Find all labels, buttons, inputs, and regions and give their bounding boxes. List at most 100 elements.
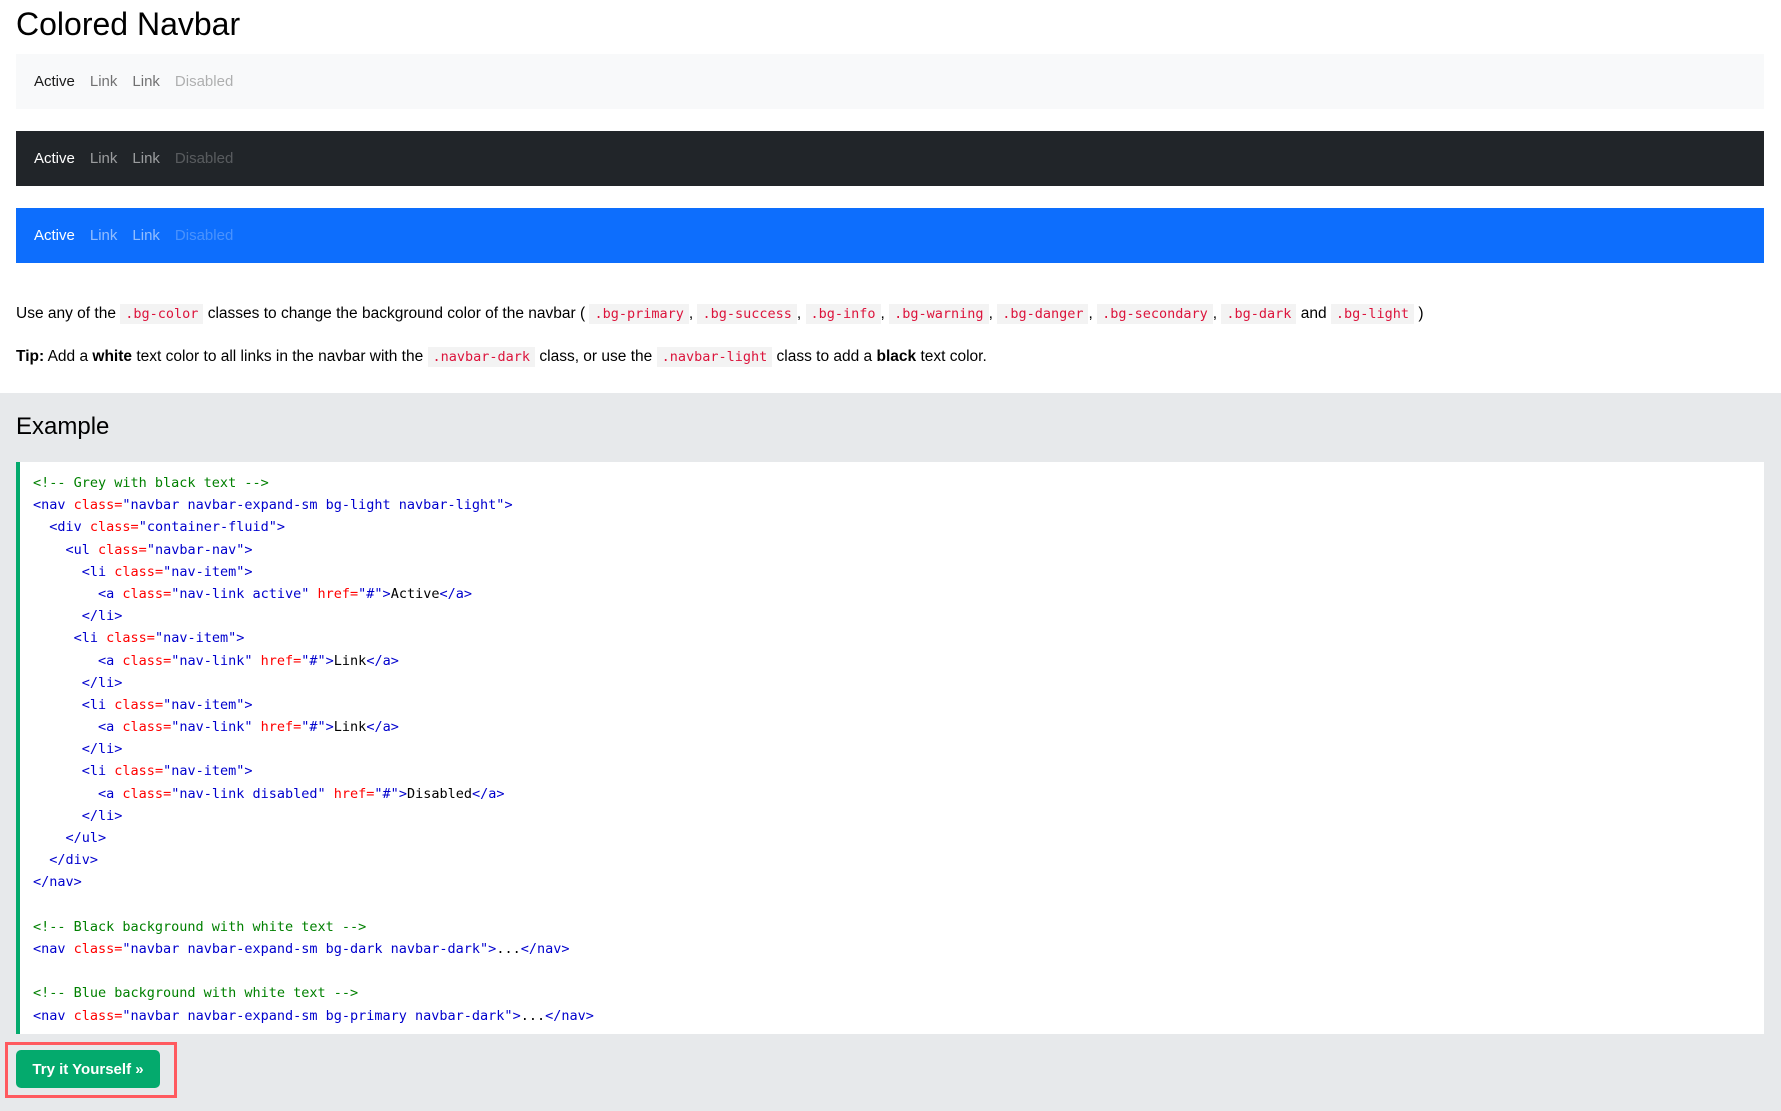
code-tag: > [276, 519, 285, 536]
bold-text: white [92, 348, 133, 365]
code-tag: > [236, 630, 245, 647]
code-tag: > [244, 763, 253, 780]
code-tag: </a> [366, 652, 399, 669]
code-bg-warning: .bg-warning [889, 304, 989, 324]
code-tag: </div> [49, 852, 99, 869]
code-tag: </li> [81, 608, 123, 625]
code-tag: </nav> [33, 874, 82, 891]
code-attr: href= [325, 785, 375, 802]
code-attr: class= [114, 652, 172, 669]
code-value: "nav-item" [163, 763, 245, 780]
nav-link-disabled: Disabled [174, 227, 234, 244]
code-comment: <!-- Grey with black text --> [33, 475, 269, 491]
nav-link-active[interactable]: Active [34, 227, 75, 244]
code-line: </div> [33, 849, 1764, 871]
code-value: "nav-link" [171, 719, 253, 736]
code-attr: href= [309, 585, 359, 602]
code-line: </li> [33, 738, 1764, 760]
nav-link[interactable]: Link [90, 227, 118, 244]
tip-label: Tip: [16, 348, 45, 365]
nav-link[interactable]: Link [90, 150, 118, 167]
code-attr: class= [106, 563, 164, 580]
bold-text: black [876, 348, 917, 365]
code-bg-danger: .bg-danger [997, 304, 1089, 324]
code-tag: </li> [81, 674, 123, 691]
code-tag: </a> [439, 585, 472, 602]
code-attr: class= [106, 763, 164, 780]
text: , [1088, 305, 1098, 322]
code-line: <nav class="navbar navbar-expand-sm bg-d… [33, 938, 1764, 960]
code-attr: class= [114, 585, 172, 602]
page-title: Colored Navbar [16, 6, 241, 42]
nav-link[interactable]: Link [132, 150, 160, 167]
nav-link-active[interactable]: Active [34, 73, 75, 90]
code-bg-dark: .bg-dark [1221, 304, 1297, 324]
code-tag: <a [98, 652, 115, 669]
code-text: ... [520, 1007, 546, 1024]
code-comment: <!-- Blue background with white text --> [33, 985, 359, 1002]
code-line: <!-- Grey with black text --> [33, 472, 1764, 494]
try-it-yourself-button[interactable]: Try it Yourself » [16, 1050, 160, 1088]
code-value: "#" [374, 785, 399, 802]
code-tag: </ul> [65, 830, 107, 846]
code-value: "#" [301, 652, 326, 669]
code-tag: <div [49, 519, 82, 536]
code-value: "nav-item" [154, 630, 237, 647]
code-tag: > [504, 497, 513, 514]
description-paragraph: Use any of the .bg-color classes to chan… [16, 303, 1424, 325]
code-bg-primary: .bg-primary [589, 304, 689, 324]
code-attr: class= [106, 696, 164, 713]
code-tag: > [244, 563, 253, 580]
navbar-primary: Active Link Link Disabled [16, 208, 1764, 263]
code-tag: </a> [471, 785, 505, 802]
code-bg-secondary: .bg-secondary [1097, 304, 1213, 324]
code-value: "nav-link active" [171, 585, 310, 602]
nav-link-disabled: Disabled [174, 150, 234, 167]
code-line: </ul> [33, 827, 1764, 849]
code-tag: <a [98, 719, 115, 736]
code-line: <nav class="navbar navbar-expand-sm bg-l… [33, 494, 1764, 516]
code-tag: > [244, 696, 253, 713]
code-attr: class= [65, 940, 123, 957]
code-block: <!-- Grey with black text --> <nav class… [16, 462, 1764, 1034]
code-value: "navbar navbar-expand-sm bg-primary navb… [122, 1007, 513, 1024]
code-line: </li> [33, 605, 1764, 627]
code-line: <a class="nav-link active" href="#">Acti… [33, 583, 1764, 605]
code-text: Link [333, 719, 367, 736]
code-attr: class= [98, 630, 155, 647]
nav-link[interactable]: Link [132, 227, 160, 244]
code-bg-success: .bg-success [697, 304, 797, 324]
code-comment: <!-- Black background with white text --… [33, 918, 367, 935]
code-value: "#" [358, 585, 383, 602]
code-tag: > [398, 785, 407, 802]
code-attr: class= [89, 541, 147, 558]
code-value: "nav-item" [163, 563, 245, 580]
code-attr: class= [65, 497, 123, 514]
text: Use any of the [16, 305, 121, 322]
code-attr: href= [252, 652, 302, 669]
code-line: <nav class="navbar navbar-expand-sm bg-p… [33, 1005, 1764, 1027]
code-tag: <nav [33, 497, 66, 514]
text: , [988, 305, 998, 322]
text: text color to all links in the navbar wi… [132, 348, 428, 365]
nav-link-disabled: Disabled [174, 73, 234, 90]
code-value: "nav-link disabled" [171, 785, 326, 802]
nav-link[interactable]: Link [90, 73, 118, 90]
code-tag: <nav [33, 940, 66, 957]
code-bg-light: .bg-light [1330, 304, 1415, 324]
nav-link[interactable]: Link [132, 73, 160, 90]
text: text color. [916, 348, 987, 365]
example-section: Example <!-- Grey with black text --> <n… [0, 393, 1781, 1111]
code-tag: > [244, 541, 253, 558]
code-line: <a class="nav-link" href="#">Link</a> [33, 716, 1764, 738]
text: class to add a [772, 348, 877, 365]
nav-link-active[interactable]: Active [34, 150, 75, 167]
text: , [880, 305, 890, 322]
code-bg-info: .bg-info [805, 304, 881, 324]
code-value: "#" [301, 719, 326, 736]
code-line: </li> [33, 805, 1764, 827]
code-tag: <ul [65, 541, 90, 558]
code-tag: <a [98, 585, 115, 602]
code-line: <div class="container-fluid"> [33, 516, 1764, 538]
